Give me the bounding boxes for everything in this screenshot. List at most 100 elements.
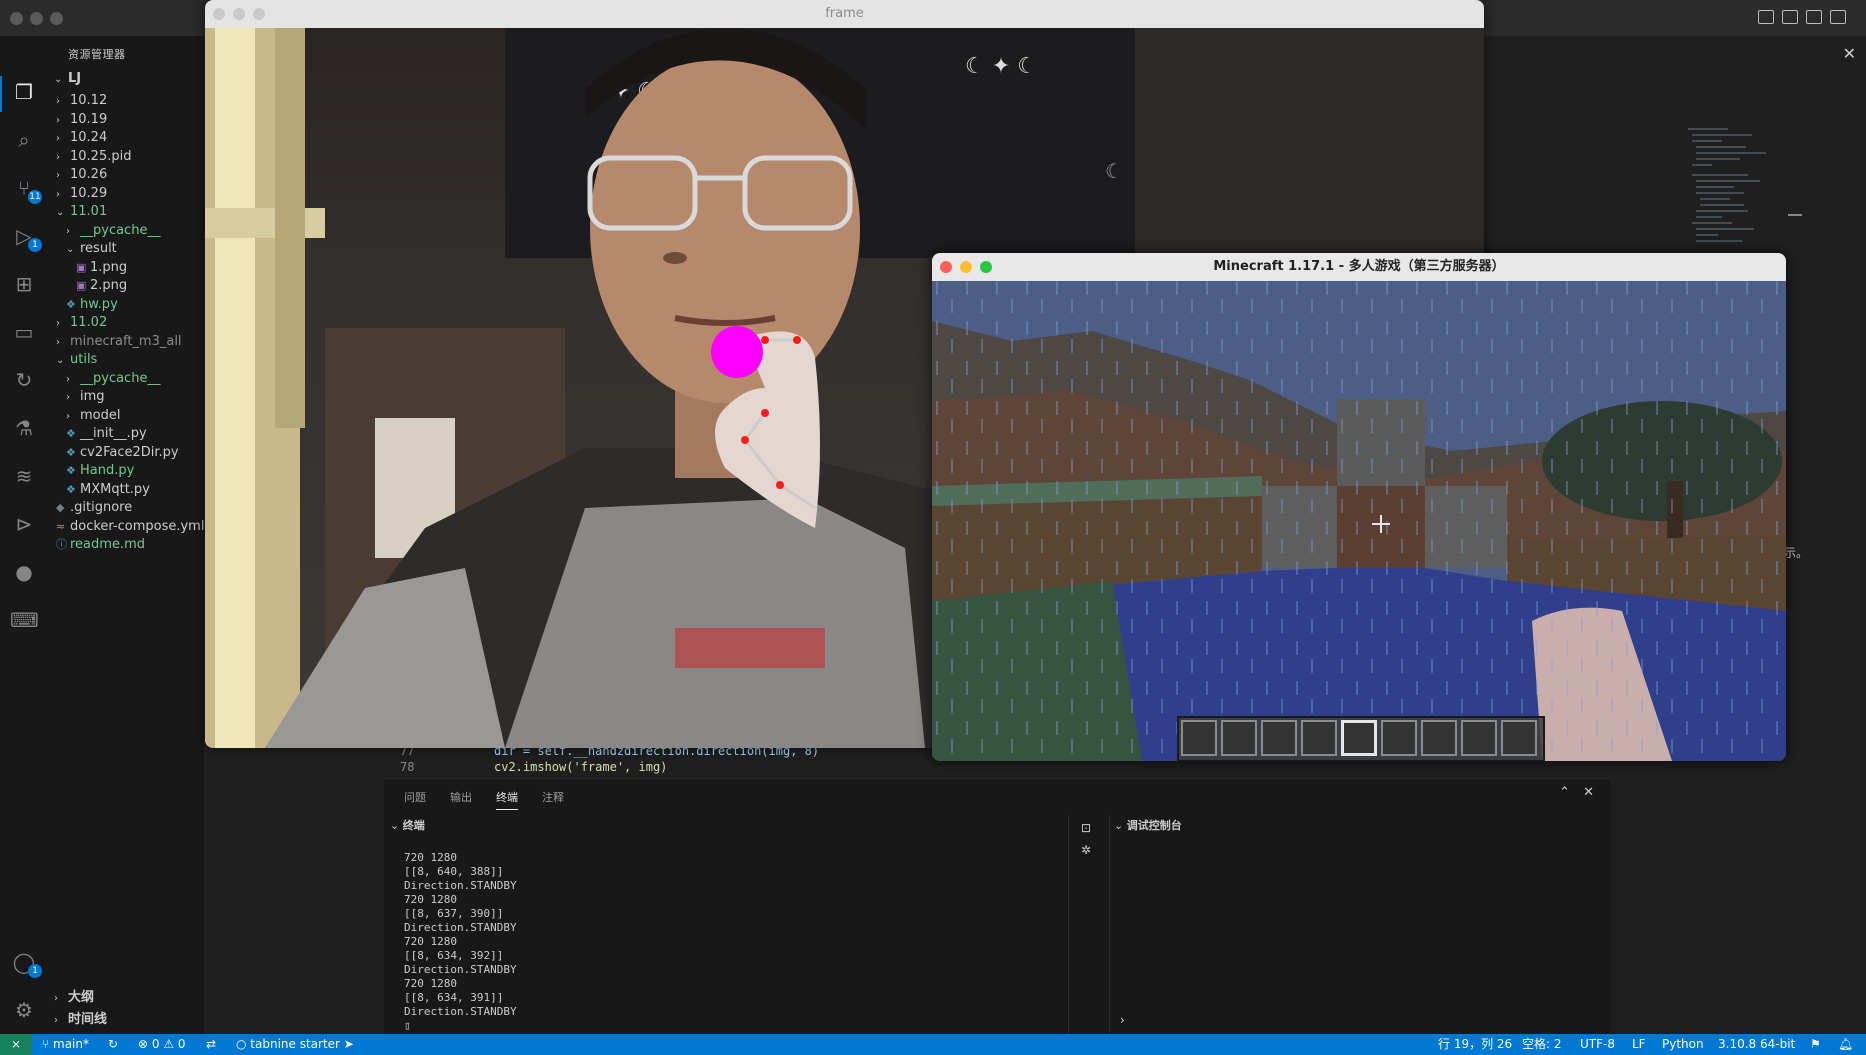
chevron-right-icon: › xyxy=(54,1015,58,1026)
docker-icon[interactable]: ≋ xyxy=(10,462,38,490)
manage-gear-icon[interactable]: ⚙ xyxy=(10,996,38,1024)
terminal-line: Direction.STANDBY xyxy=(404,879,517,892)
scroll-indicator xyxy=(1788,214,1802,216)
python-interpreter[interactable]: 3.10.8 64-bit xyxy=(1718,1034,1795,1055)
accounts-icon[interactable]: ◯ 1 xyxy=(10,948,42,978)
terminal-shell-icon[interactable]: ⊡ xyxy=(1081,821,1091,835)
notifications-bell-icon[interactable]: 🔔︎ xyxy=(1838,1034,1853,1055)
frame-close-button[interactable] xyxy=(213,8,225,20)
search-icon[interactable]: ⌕ xyxy=(10,126,38,154)
outline-section[interactable]: › 大纲 xyxy=(54,987,94,1009)
hotbar-slot[interactable] xyxy=(1181,720,1217,756)
close-window-button[interactable] xyxy=(10,12,23,25)
code-line[interactable]: cv2.imshow('frame', img) xyxy=(494,760,667,774)
tab-problems[interactable]: 问题 xyxy=(404,789,426,805)
tabnine-item[interactable]: ○ tabnine starter ➤ xyxy=(236,1034,354,1055)
debug-terminal-icon[interactable]: ✲ xyxy=(1081,843,1091,857)
remote-indicator[interactable]: ⨯ xyxy=(0,1034,32,1055)
close-secondary-icon[interactable]: ✕ xyxy=(1843,44,1856,63)
root-folder-row[interactable]: ⌄ LJ xyxy=(54,68,81,90)
tab-output[interactable]: 输出 xyxy=(450,789,472,805)
tree-item-label: 1.png xyxy=(90,259,128,275)
terminal-section-header[interactable]: ⌄ 终端 xyxy=(384,815,1068,837)
minecraft-titlebar[interactable]: Minecraft 1.17.1 - 多人游戏（第三方服务器） xyxy=(932,253,1786,281)
toggle-secondary-sidebar-icon[interactable] xyxy=(1806,10,1822,24)
source-control-icon[interactable]: ⑂ 11 xyxy=(10,174,42,204)
language-mode[interactable]: Python xyxy=(1662,1034,1704,1055)
branch-label: main* xyxy=(53,1037,89,1051)
customize-layout-icon[interactable] xyxy=(1830,10,1846,24)
hotbar-slot[interactable] xyxy=(1421,720,1457,756)
hotbar-slot-selected[interactable] xyxy=(1341,720,1377,756)
tree-item-label: docker-compose.yml xyxy=(70,518,204,534)
hotbar-slot[interactable] xyxy=(1461,720,1497,756)
testing-icon[interactable]: ⚗ xyxy=(10,414,38,442)
tab-comments[interactable]: 注释 xyxy=(542,789,564,805)
explorer-sidebar: 资源管理器 ⌄ LJ › 10.12 › 10.19 › 10.24 › 10.25.pid › 1… xyxy=(48,36,204,1034)
tab-terminal[interactable]: 终端 xyxy=(496,789,518,810)
toggle-primary-sidebar-icon[interactable] xyxy=(1758,10,1774,24)
hotbar-slot[interactable] xyxy=(1501,720,1537,756)
sync-icon[interactable]: ↻ xyxy=(108,1034,118,1055)
tree-item-label: hw.py xyxy=(80,296,118,312)
hotbar-slot[interactable] xyxy=(1261,720,1297,756)
branch-item[interactable]: ⑂ main* xyxy=(42,1034,89,1055)
frame-minimize-button[interactable] xyxy=(233,8,245,20)
tree-file-row[interactable]: ⓘ readme.md xyxy=(56,534,145,556)
hotbar-slot[interactable] xyxy=(1381,720,1417,756)
github-icon[interactable]: ● xyxy=(10,558,38,586)
hotbar-slot[interactable] xyxy=(1301,720,1337,756)
live-share-icon[interactable]: ⇄ xyxy=(206,1034,216,1055)
run-debug-icon[interactable]: ▷ 1 xyxy=(10,222,42,252)
scm-badge: 11 xyxy=(28,190,42,204)
timeline-section[interactable]: › 时间线 xyxy=(54,1009,107,1031)
cursor-position[interactable]: 行 19，列 26 xyxy=(1438,1034,1512,1055)
terminal-header-label: 终端 xyxy=(402,819,425,832)
active-indicator xyxy=(0,76,2,112)
timeline-label: 时间线 xyxy=(68,1012,108,1027)
chevron-down-icon: ⌄ xyxy=(390,819,400,832)
timeline-icon[interactable]: ↻ xyxy=(10,366,38,394)
feedback-icon[interactable]: ⚑ xyxy=(1810,1034,1821,1055)
run-panel-icon[interactable]: ⊳ xyxy=(10,510,38,538)
terminal-output[interactable]: 720 1280 [[8, 640, 388]] Direction.STANDBY… xyxy=(404,851,517,1033)
terminal-line: [[8, 634, 391]] xyxy=(404,991,504,1004)
tree-item-label: MXMqtt.py xyxy=(80,481,150,497)
extensions-icon[interactable]: ⊞ xyxy=(10,270,38,298)
remote-explorer-icon[interactable]: ▭ xyxy=(10,318,38,346)
minecraft-game-view[interactable] xyxy=(932,281,1786,761)
frame-zoom-button[interactable] xyxy=(253,8,265,20)
encoding[interactable]: UTF-8 xyxy=(1580,1034,1615,1055)
problems-item[interactable]: ⊗ 0 ⚠ 0 xyxy=(138,1034,186,1055)
tree-item-label: 2.png xyxy=(90,278,128,293)
terminal-cursor[interactable]: ▯ xyxy=(404,1019,517,1033)
maximize-panel-icon[interactable]: ⌃ xyxy=(1559,785,1570,800)
tree-item-label: 11.02 xyxy=(70,315,108,330)
tree-item-label: __init__.py xyxy=(80,426,147,441)
minimize-window-button[interactable] xyxy=(30,12,43,25)
explorer-icon[interactable]: ❐ xyxy=(10,78,38,106)
terminal-line: 720 1280 xyxy=(404,851,457,864)
mc-zoom-button[interactable] xyxy=(980,261,992,273)
line-number: 78 xyxy=(400,760,415,774)
debug-console-header[interactable]: ⌄ 调试控制台 xyxy=(1114,815,1594,837)
minimap[interactable] xyxy=(1688,128,1798,258)
hotbar-slot[interactable] xyxy=(1221,720,1257,756)
tree-item-label: 10.26 xyxy=(70,167,108,182)
minecraft-window[interactable]: Minecraft 1.17.1 - 多人游戏（第三方服务器） xyxy=(932,253,1786,761)
close-panel-icon[interactable]: ✕ xyxy=(1583,785,1594,800)
tree-item-label: cv2Face2Dir.py xyxy=(80,444,179,460)
indentation[interactable]: 空格: 2 xyxy=(1522,1034,1562,1055)
tree-item-label: 10.19 xyxy=(70,111,108,127)
end-of-line[interactable]: LF xyxy=(1632,1034,1646,1055)
frame-titlebar[interactable]: frame xyxy=(205,0,1484,28)
maximize-window-button[interactable] xyxy=(50,12,63,25)
terminal-line: Direction.STANDBY xyxy=(404,921,517,934)
mc-close-button[interactable] xyxy=(940,261,952,273)
terminal-icon[interactable]: ⌨ xyxy=(10,606,39,634)
debug-badge: 1 xyxy=(28,238,42,252)
toggle-panel-icon[interactable] xyxy=(1782,10,1798,24)
terminal-line: 720 1280 xyxy=(404,893,457,906)
debug-input-prompt-icon[interactable]: › xyxy=(1120,1013,1125,1027)
mc-minimize-button[interactable] xyxy=(960,261,972,273)
